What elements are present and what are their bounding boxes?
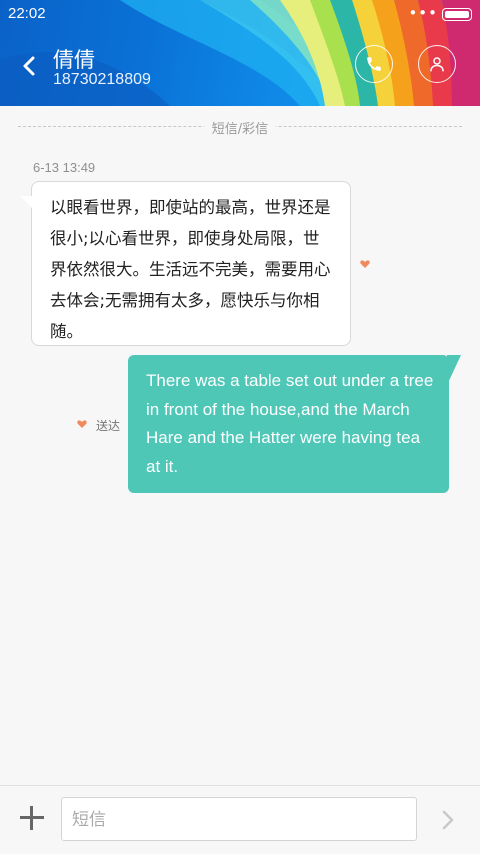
add-attachment-icon[interactable] bbox=[20, 806, 44, 830]
conversation-header: 22:02 ••• 倩倩 18730218809 bbox=[0, 0, 480, 106]
send-arrow-icon[interactable] bbox=[441, 810, 455, 830]
status-bar: 22:02 ••• bbox=[0, 0, 480, 28]
contact-number: 18730218809 bbox=[53, 71, 151, 88]
delivery-status: 送达 bbox=[96, 419, 121, 433]
contact-name: 倩倩 bbox=[53, 49, 95, 72]
contact-info-button[interactable] bbox=[418, 45, 456, 83]
incoming-message-bubble[interactable]: 以眼看世界，即使站的最高，世界还是很小;以心看世界，即使身处局限，世界依然很大。… bbox=[20, 181, 351, 346]
message-type-label: 短信/彩信 bbox=[203, 122, 277, 137]
person-icon bbox=[430, 57, 444, 72]
outgoing-message-text: There was a table set out under a tree i… bbox=[146, 371, 434, 476]
phone-icon bbox=[367, 57, 381, 71]
message-type-divider: 短信/彩信 bbox=[0, 116, 480, 137]
incoming-message-text: 以眼看世界，即使站的最高，世界还是很小;以心看世界，即使身处局限，世界依然很大。… bbox=[50, 198, 331, 341]
outgoing-message-bubble[interactable]: There was a table set out under a tree i… bbox=[128, 355, 461, 493]
call-button[interactable] bbox=[355, 45, 393, 83]
message-timestamp: 6-13 13:49 bbox=[33, 160, 96, 175]
delivered-heart-icon bbox=[77, 420, 87, 428]
composer-bar: 短信 bbox=[0, 785, 480, 854]
battery-icon bbox=[442, 8, 472, 21]
signal-dots-icon: ••• bbox=[408, 4, 438, 22]
status-time: 22:02 bbox=[8, 5, 46, 22]
back-arrow-icon[interactable] bbox=[16, 52, 44, 80]
heart-icon bbox=[360, 260, 370, 268]
message-input[interactable]: 短信 bbox=[61, 797, 417, 841]
